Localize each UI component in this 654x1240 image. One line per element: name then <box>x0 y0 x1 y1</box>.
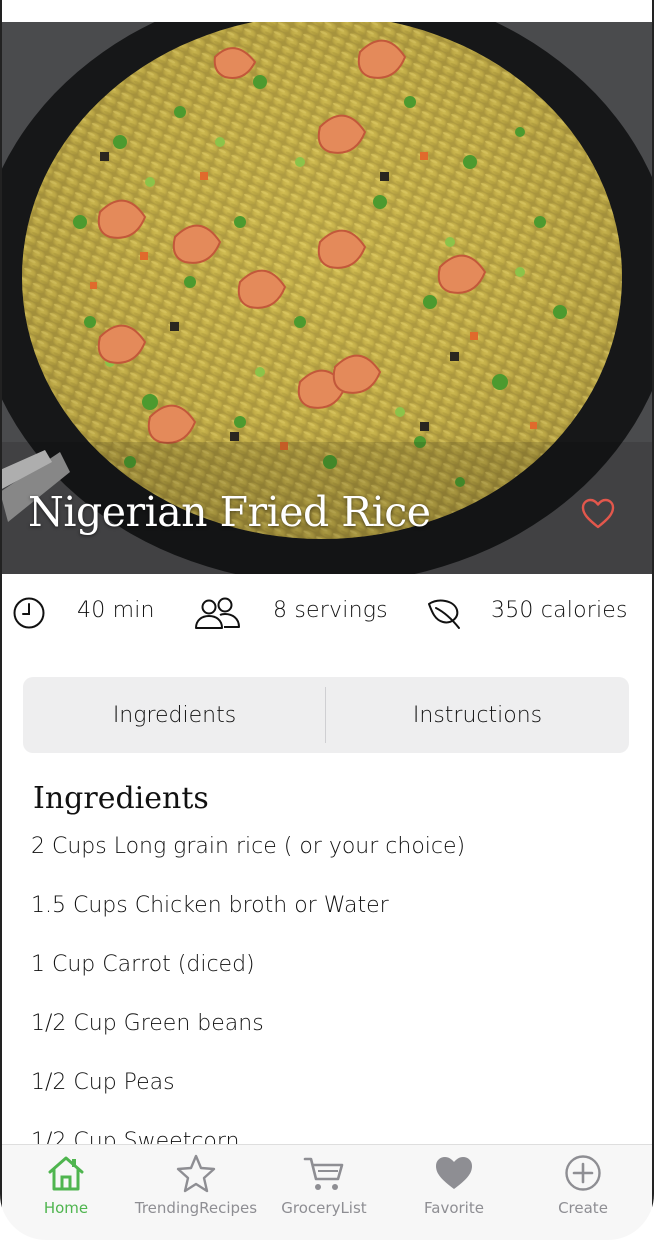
tab-label: Create <box>558 1199 608 1217</box>
list-item: 1.5 Cups Chicken broth or Water <box>31 893 389 918</box>
recipe-hero-image: Nigerian Fried Rice <box>0 22 654 574</box>
tab-favorite[interactable]: Favorite <box>389 1145 519 1240</box>
tab-label: TrendingRecipes <box>134 1199 258 1217</box>
recipe-title: Nigerian Fried Rice <box>28 488 431 536</box>
phone-screen: Nigerian Fried Rice 40 min 8 servings 35… <box>0 0 654 1240</box>
list-item: 1 Cup Carrot (diced) <box>31 952 255 977</box>
heart-outline-icon <box>581 498 615 529</box>
tab-create[interactable]: Create <box>518 1145 648 1240</box>
bottom-tab-bar: Home TrendingRecipes GroceryList Favorit… <box>0 1144 654 1240</box>
recipe-stats: 40 min 8 servings 350 calories <box>0 590 654 636</box>
people-icon <box>195 597 240 629</box>
tab-instructions[interactable]: Instructions <box>326 677 629 753</box>
servings: 8 servings <box>273 598 388 623</box>
plus-circle-icon <box>565 1155 601 1191</box>
home-icon <box>48 1156 84 1191</box>
tab-label: Home <box>43 1199 89 1217</box>
ingredients-instructions-toggle: Ingredients Instructions <box>23 677 629 753</box>
tab-label: Favorite <box>424 1199 484 1217</box>
leaf-icon <box>428 599 460 629</box>
favorite-button[interactable] <box>580 496 616 532</box>
star-icon <box>176 1154 216 1193</box>
tab-trending-recipes[interactable]: TrendingRecipes <box>131 1145 261 1240</box>
calories: 350 calories <box>491 598 628 623</box>
clock-icon <box>13 597 45 629</box>
tab-grocery-list[interactable]: GroceryList <box>259 1145 389 1240</box>
cart-icon <box>303 1157 344 1190</box>
tab-ingredients[interactable]: Ingredients <box>23 677 326 753</box>
tab-home[interactable]: Home <box>1 1145 131 1240</box>
list-item: 1/2 Cup Green beans <box>31 1011 264 1036</box>
ingredients-heading: Ingredients <box>33 781 209 816</box>
cook-time: 40 min <box>77 598 155 623</box>
list-item: 2 Cups Long grain rice ( or your choice) <box>31 834 466 859</box>
list-item: 1/2 Cup Peas <box>31 1070 175 1095</box>
tab-label: GroceryList <box>281 1199 367 1217</box>
heart-icon <box>436 1157 472 1189</box>
